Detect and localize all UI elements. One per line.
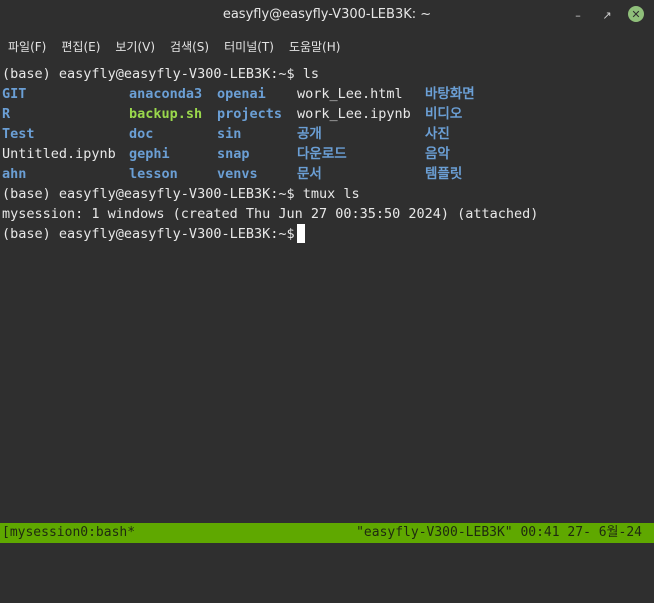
ls-entry: backup.sh [129,106,203,122]
menu-view[interactable]: 보기(V) [107,38,162,55]
ls-entry: venvs [217,166,258,182]
text-cursor [297,224,305,243]
ls-entry: sin [217,126,242,142]
ls-entry: gephi [129,146,170,162]
ls-entry: work_Lee.ipynb [297,106,411,122]
ls-entry: 바탕화면 [425,86,475,102]
menu-edit[interactable]: 편집(E) [53,38,107,55]
close-icon[interactable]: ✕ [628,6,644,22]
menu-search[interactable]: 검색(S) [162,38,216,55]
ls-entry: anaconda3 [129,86,203,102]
ls-entry: lesson [129,166,178,182]
menu-help[interactable]: 도움말(H) [281,38,348,55]
tmux-output-line: mysession: 1 windows (created Thu Jun 27… [2,206,539,222]
ls-entry: openai [217,86,266,102]
ls-entry: 다운로드 [297,146,347,162]
title-bar[interactable]: easyfly@easyfly-V300-LEB3K: ~ – ↗ ✕ [0,0,654,32]
terminal-window: easyfly@easyfly-V300-LEB3K: ~ – ↗ ✕ 파일(F… [0,0,654,543]
ls-entry: work_Lee.html [297,86,403,102]
prompt-line-tmux: (base) easyfly@easyfly-V300-LEB3K:~$ tmu… [2,186,360,202]
window-title: easyfly@easyfly-V300-LEB3K: ~ [222,7,432,22]
maximize-icon[interactable]: ↗ [598,6,616,24]
prompt-line-ls: (base) easyfly@easyfly-V300-LEB3K:~$ ls [2,66,319,82]
minimize-icon[interactable]: – [569,6,587,24]
status-host-time: "easyfly-V300-LEB3K" 00:41 27- 6월-24 [356,525,642,540]
menu-terminal[interactable]: 터미널(T) [216,38,281,55]
ls-entry: R [2,106,11,122]
ls-entry: doc [129,126,154,142]
menu-bar: 파일(F) 편집(E) 보기(V) 검색(S) 터미널(T) 도움말(H) [0,32,654,60]
menu-file[interactable]: 파일(F) [0,38,53,55]
tmux-status-bar: [mysession0:bash* "easyfly-V300-LEB3K" 0… [0,523,654,543]
ls-entry: 음악 [425,146,450,162]
ls-entry: ahn [2,166,27,182]
status-session: [mysession0:bash* [2,525,136,540]
prompt-line-current: (base) easyfly@easyfly-V300-LEB3K:~$ [2,226,303,242]
ls-entry: Test [2,126,35,142]
ls-entry: 공개 [297,126,322,142]
ls-entry: 템플릿 [425,166,463,182]
ls-entry: 문서 [297,166,322,182]
ls-entry: snap [217,146,250,162]
ls-entry: 사진 [425,126,450,142]
ls-entry: Untitled.ipynb [2,146,116,162]
ls-entry: GIT [2,86,27,102]
ls-entry: 비디오 [425,106,463,122]
terminal-area[interactable]: (base) easyfly@easyfly-V300-LEB3K:~$ ls … [0,62,654,523]
ls-entry: projects [217,106,283,122]
